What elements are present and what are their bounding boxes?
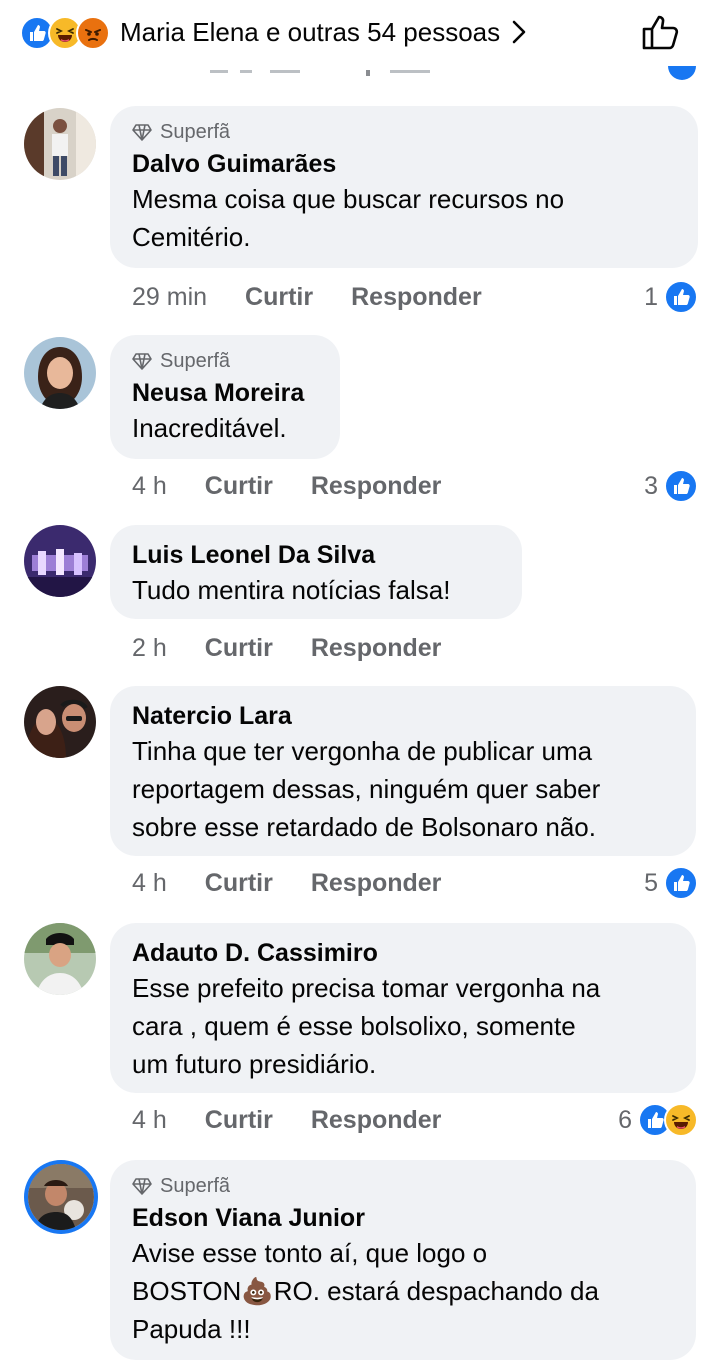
top-fan-badge[interactable]: Superfã — [132, 349, 318, 373]
reaction-count[interactable]: 1 — [644, 280, 698, 314]
avatar[interactable] — [24, 525, 96, 597]
reply-action[interactable]: Responder — [311, 472, 442, 501]
partial-reaction-badge — [668, 66, 696, 80]
like-action[interactable]: Curtir — [245, 283, 313, 312]
comment-text: Tinha que ter vergonha de publicar uma r… — [132, 736, 601, 842]
badge-label: Superfã — [160, 120, 231, 143]
avatar[interactable] — [24, 337, 96, 409]
comment-text: Esse prefeito precisa tomar vergonha na … — [132, 973, 601, 1079]
comment-timestamp[interactable]: 4 h — [132, 869, 167, 898]
comment-author[interactable]: Dalvo Guimarães — [132, 148, 676, 180]
comment-author[interactable]: Neusa Moreira — [132, 377, 318, 409]
reply-action[interactable]: Responder — [351, 283, 482, 312]
comment-bubble: Superfã Edson Viana Junior Avise esse to… — [110, 1160, 696, 1360]
reply-action[interactable]: Responder — [311, 634, 442, 663]
reaction-count-value: 6 — [618, 1105, 632, 1134]
comment: Luis Leonel Da Silva Tudo mentira notíci… — [0, 525, 720, 670]
comment-timestamp[interactable]: 4 h — [132, 472, 167, 501]
reaction-count[interactable]: 5 — [644, 866, 698, 900]
comment: Superfã Neusa Moreira Inacreditável. 4 h… — [0, 335, 720, 515]
comment-bubble: Superfã Dalvo Guimarães Mesma coisa que … — [110, 106, 698, 268]
comment-author[interactable]: Edson Viana Junior — [132, 1202, 674, 1234]
comment: Natercio Lara Tinha que ter vergonha de … — [0, 686, 720, 906]
like-icon — [664, 469, 698, 503]
like-action[interactable]: Curtir — [205, 869, 273, 898]
comment-timestamp[interactable]: 29 min — [132, 283, 207, 312]
comment-bubble: Adauto D. Cassimiro Esse prefeito precis… — [110, 923, 696, 1093]
haha-icon — [664, 1103, 698, 1137]
comment-actions: 4 h Curtir Responder — [132, 469, 441, 503]
reaction-count-value: 1 — [644, 282, 658, 311]
comment-author[interactable]: Natercio Lara — [132, 700, 674, 732]
avatar[interactable] — [24, 923, 96, 995]
reaction-icons[interactable] — [20, 16, 116, 50]
like-action[interactable]: Curtir — [205, 472, 273, 501]
avatar[interactable] — [24, 686, 96, 758]
comment-actions: 4 h Curtir Responder — [132, 1103, 441, 1137]
comment-timestamp[interactable]: 4 h — [132, 1106, 167, 1135]
reaction-count-value: 5 — [644, 868, 658, 897]
like-icon — [664, 280, 698, 314]
comment: Superfã Edson Viana Junior Avise esse to… — [0, 1160, 720, 1360]
like-button-icon[interactable] — [640, 12, 684, 52]
comment-author[interactable]: Luis Leonel Da Silva — [132, 539, 500, 571]
reply-action[interactable]: Responder — [311, 1106, 442, 1135]
reaction-count[interactable]: 3 — [644, 469, 698, 503]
like-action[interactable]: Curtir — [205, 1106, 273, 1135]
reaction-count[interactable]: 6 — [618, 1103, 698, 1137]
badge-label: Superfã — [160, 1174, 231, 1197]
badge-label: Superfã — [160, 349, 231, 372]
partial-content-edge — [210, 70, 430, 76]
comment-actions: 4 h Curtir Responder — [132, 866, 441, 900]
top-fan-badge[interactable]: Superfã — [132, 120, 676, 144]
reactors-link[interactable]: Maria Elena e outras 54 pessoas — [120, 14, 528, 50]
chevron-right-icon — [512, 20, 526, 44]
diamond-icon — [132, 353, 152, 370]
top-fan-badge[interactable]: Superfã — [132, 1174, 674, 1198]
comment-bubble: Superfã Neusa Moreira Inacreditável. — [110, 335, 340, 459]
diamond-icon — [132, 1178, 152, 1195]
like-icon — [664, 866, 698, 900]
avatar[interactable] — [28, 1164, 94, 1230]
reaction-count-value: 3 — [644, 471, 658, 500]
reactions-bar: Maria Elena e outras 54 pessoas — [0, 0, 720, 80]
comment-text: Inacreditável. — [132, 413, 287, 443]
comment-text: Tudo mentira notícias falsa! — [132, 575, 451, 605]
angry-icon — [76, 16, 110, 50]
comment-text: Mesma coisa que buscar recursos no Cemit… — [132, 184, 565, 252]
diamond-icon — [132, 124, 152, 141]
comment-actions: 29 min Curtir Responder — [132, 280, 482, 314]
comment: Adauto D. Cassimiro Esse prefeito precis… — [0, 923, 720, 1143]
reply-action[interactable]: Responder — [311, 869, 442, 898]
comment: Superfã Dalvo Guimarães Mesma coisa que … — [0, 106, 720, 326]
comment-author[interactable]: Adauto D. Cassimiro — [132, 937, 674, 969]
comment-actions: 2 h Curtir Responder — [132, 631, 441, 665]
like-action[interactable]: Curtir — [205, 634, 273, 663]
comment-text: Avise esse tonto aí, que logo o BOSTON💩R… — [132, 1238, 599, 1344]
avatar[interactable] — [24, 108, 96, 180]
comment-timestamp[interactable]: 2 h — [132, 634, 167, 663]
reactors-text: Maria Elena e outras 54 pessoas — [120, 16, 501, 47]
comment-bubble: Natercio Lara Tinha que ter vergonha de … — [110, 686, 696, 856]
comment-bubble: Luis Leonel Da Silva Tudo mentira notíci… — [110, 525, 522, 619]
